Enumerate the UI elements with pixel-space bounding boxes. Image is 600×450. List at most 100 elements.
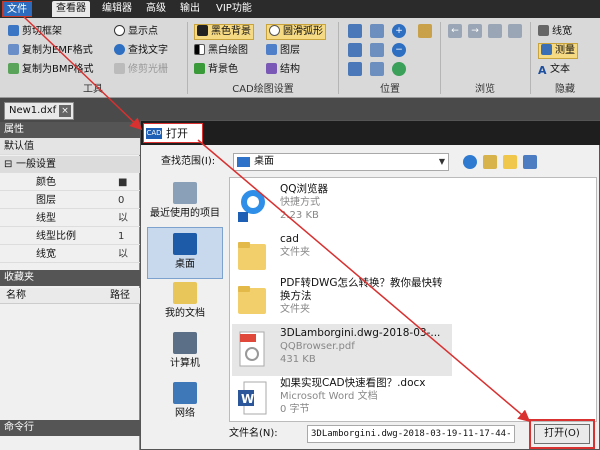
menu-tab-vip[interactable]: VIP功能 <box>212 1 256 17</box>
copy-bmp-button[interactable]: 复制为BMP格式 <box>8 62 94 78</box>
back-icon[interactable] <box>463 155 477 169</box>
arrow-last-icon[interactable] <box>508 24 522 38</box>
view-3d-icon[interactable] <box>370 62 384 76</box>
file-name-label: 文件名(N): <box>229 428 278 439</box>
smooth-arc-label: 圆滑弧形 <box>283 26 323 37</box>
menu-tab-editor[interactable]: 编辑器 <box>98 1 136 17</box>
group-label-tools: 工具 <box>83 84 103 95</box>
file-list: QQ浏览器 快捷方式 2.23 KB cad 文件夹 PDF转DWG怎么转换？教… <box>229 177 597 422</box>
place-documents[interactable]: 我的文档 <box>147 277 223 329</box>
file-name: 3DLamborgini.dwg-2018-03-... <box>280 327 441 339</box>
copy-emf-label: 复制为EMF格式 <box>22 45 93 56</box>
arc-icon <box>269 25 280 36</box>
place-network[interactable]: 网络 <box>147 377 223 429</box>
trim-raster-button[interactable]: 修剪光栅 <box>114 62 168 78</box>
show-point-label: 显示点 <box>128 26 158 37</box>
orbit-icon[interactable] <box>392 62 406 76</box>
bw-icon <box>194 44 205 55</box>
menu-tab-viewer[interactable]: 查看器 <box>52 1 90 17</box>
dialog-title-bar: CAD 打开 <box>141 121 600 145</box>
file-item[interactable]: W 如果实现CAD快速看图？.docx Microsoft Word 文档 0 … <box>232 374 452 421</box>
zoom-in-icon[interactable]: + <box>392 24 406 38</box>
file-name: 如果实现CAD快速看图？.docx <box>280 377 426 389</box>
copy-icon <box>8 44 19 55</box>
look-in-value: 桌面 <box>254 156 274 167</box>
place-label: 桌面 <box>175 259 195 270</box>
document-tab[interactable]: New1.dxf × <box>4 102 74 120</box>
measure-label: 测量 <box>555 45 575 56</box>
file-name: cad <box>280 233 299 245</box>
property-key: 线型比例 <box>36 231 76 242</box>
linewidth-toggle[interactable]: 线宽 <box>538 24 572 40</box>
place-desktop[interactable]: 桌面 <box>147 227 223 279</box>
file-item[interactable]: PDF转DWG怎么转换？教你最快转换方法 文件夹 <box>232 274 452 326</box>
pdf-file-icon <box>239 331 265 367</box>
bw-drawing-button[interactable]: 黑白绘图 <box>194 43 248 59</box>
background-color-button[interactable]: 背景色 <box>194 62 238 78</box>
column-name[interactable]: 名称 <box>6 288 26 304</box>
default-row[interactable]: 默认值 <box>0 138 140 155</box>
text-toggle[interactable]: A 文本 <box>538 62 570 78</box>
place-recent[interactable]: 最近使用的项目 <box>147 177 223 229</box>
general-settings-row[interactable]: ⊟ 一般设置 <box>0 156 140 173</box>
view-menu-icon[interactable] <box>523 155 537 169</box>
arrow-right-icon[interactable]: → <box>468 24 482 38</box>
bg-color-label: 背景色 <box>208 64 238 75</box>
extents-icon[interactable] <box>370 43 384 57</box>
crop-icon <box>114 63 125 74</box>
column-path[interactable]: 路径 <box>110 288 130 304</box>
file-item[interactable]: QQ浏览器 快捷方式 2.23 KB <box>232 180 452 232</box>
property-key: 颜色 <box>36 177 56 188</box>
property-row[interactable]: 线型比例 1 <box>0 228 140 245</box>
arrow-first-icon[interactable] <box>488 24 502 38</box>
zoom-out-icon[interactable]: − <box>392 43 406 57</box>
place-computer[interactable]: 计算机 <box>147 327 223 379</box>
close-icon[interactable]: × <box>59 105 71 117</box>
up-folder-icon[interactable] <box>483 155 497 169</box>
layers-icon <box>266 44 277 55</box>
new-folder-icon[interactable] <box>503 155 517 169</box>
places-bar: 最近使用的项目 桌面 我的文档 计算机 网络 <box>147 177 223 422</box>
file-item[interactable]: 3DLamborgini.dwg-2018-03-... QQBrowser.p… <box>232 324 452 376</box>
grid-icon[interactable] <box>348 62 362 76</box>
file-name-input[interactable]: 3DLamborgini.dwg-2018-03-19-11-17-44- <box>307 425 515 443</box>
qq-browser-icon <box>238 190 265 222</box>
find-text-button[interactable]: 查找文字 <box>114 43 168 59</box>
crosshair-icon <box>114 25 125 36</box>
copy-emf-button[interactable]: 复制为EMF格式 <box>8 43 93 59</box>
pan-hand-icon[interactable] <box>418 24 432 38</box>
look-in-dropdown[interactable]: 桌面 ▼ <box>233 153 449 171</box>
arrow-left-icon[interactable]: ← <box>448 24 462 38</box>
property-row[interactable]: 图层 0 <box>0 192 140 209</box>
desktop-icon <box>237 157 250 167</box>
property-row[interactable]: 颜色 ■ <box>0 174 140 191</box>
open-button-highlight: 打开(O) <box>529 419 595 449</box>
cut-frame-label: 剪切框架 <box>22 26 62 37</box>
rotate-view-icon[interactable] <box>348 43 362 57</box>
open-button[interactable]: 打开(O) <box>534 424 590 444</box>
collapse-icon[interactable]: ⊟ <box>4 156 12 173</box>
group-label-cad-settings: CAD绘图设置 <box>232 84 294 95</box>
default-label: 默认值 <box>4 141 34 152</box>
zoom-window-icon[interactable] <box>370 24 384 38</box>
menu-tab-file[interactable]: 文件 <box>2 1 32 17</box>
property-row[interactable]: 线宽 以 <box>0 246 140 263</box>
property-row[interactable]: 线型 以 <box>0 210 140 227</box>
cut-frame-button[interactable]: 剪切框架 <box>8 24 62 40</box>
measure-toggle[interactable]: 测量 <box>538 43 578 59</box>
file-type: 文件夹 <box>280 304 310 315</box>
property-key: 线型 <box>36 213 56 224</box>
trim-raster-label: 修剪光栅 <box>128 64 168 75</box>
layers-button[interactable]: 图层 <box>266 43 300 59</box>
property-value: ■ <box>118 177 128 188</box>
black-background-toggle[interactable]: 黑色背景 <box>194 24 254 40</box>
menu-tab-advanced[interactable]: 高级 <box>142 1 170 17</box>
favorites-header: 收藏夹 <box>0 270 140 286</box>
fit-window-icon[interactable] <box>348 24 362 38</box>
structure-button[interactable]: 结构 <box>266 62 300 78</box>
chevron-down-icon: ▼ <box>438 157 445 166</box>
menu-tab-output[interactable]: 输出 <box>176 1 204 17</box>
recent-icon <box>173 182 197 204</box>
show-point-button[interactable]: 显示点 <box>114 24 158 40</box>
smooth-arc-toggle[interactable]: 圆滑弧形 <box>266 24 326 40</box>
